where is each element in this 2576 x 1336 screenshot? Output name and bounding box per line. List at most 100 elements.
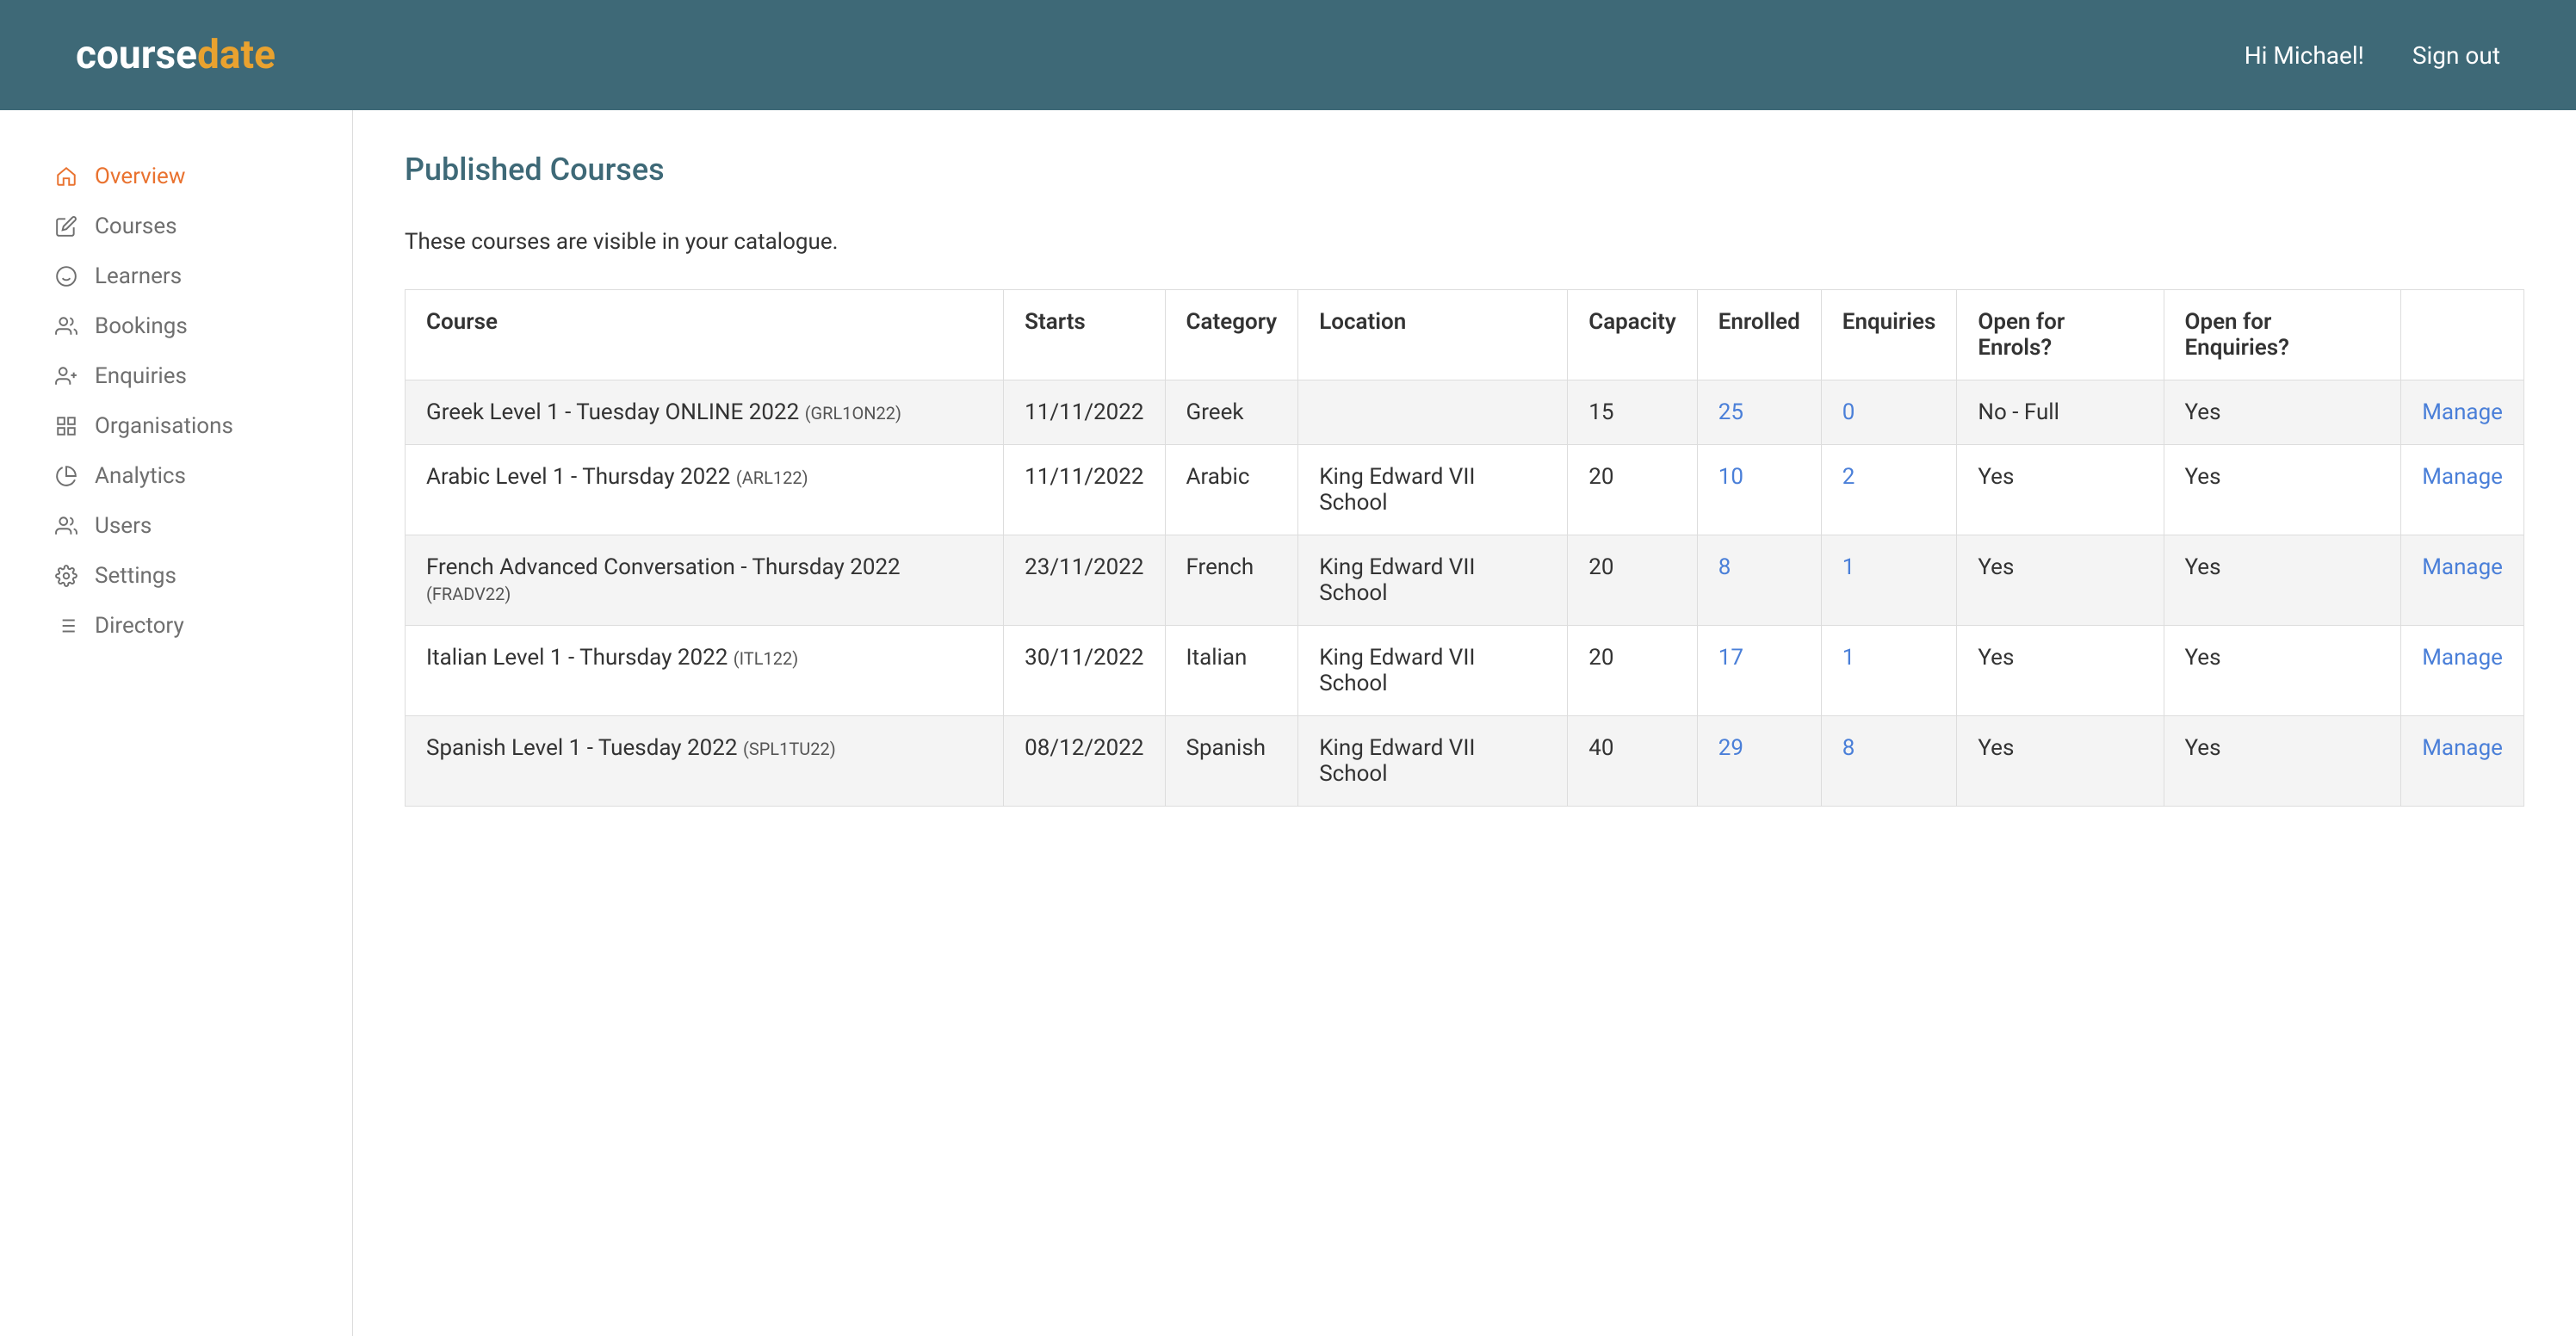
courses-table: Course Starts Category Location Capacity…	[405, 289, 2524, 807]
pie-icon	[55, 465, 77, 487]
cell-category: French	[1165, 535, 1298, 626]
cell-enrolled: 29	[1697, 716, 1821, 807]
people-icon	[55, 515, 77, 537]
signout-link[interactable]: Sign out	[2412, 41, 2500, 70]
cell-starts: 08/12/2022	[1004, 716, 1165, 807]
sidebar-item-courses[interactable]: Courses	[0, 201, 352, 251]
course-code: (SPL1TU22)	[743, 739, 836, 759]
greeting-text: Hi Michael!	[2245, 41, 2364, 70]
sidebar-item-organisations[interactable]: Organisations	[0, 401, 352, 451]
sidebar-item-directory[interactable]: Directory	[0, 601, 352, 651]
page-title: Published Courses	[405, 152, 2524, 188]
cell-course: Arabic Level 1 - Thursday 2022 (ARL122)	[406, 445, 1004, 535]
cell-category: Arabic	[1165, 445, 1298, 535]
page-description: These courses are visible in your catalo…	[405, 229, 2524, 255]
enrolled-link[interactable]: 25	[1718, 399, 1743, 425]
sidebar-item-label: Settings	[95, 563, 176, 589]
th-enquiries: Enquiries	[1821, 290, 1957, 380]
th-open-enrols: Open for Enrols?	[1957, 290, 2164, 380]
sidebar: Overview Courses Learners Bookings Enqui…	[0, 110, 353, 1336]
cell-action: Manage	[2401, 535, 2524, 626]
logo[interactable]: coursedate	[76, 32, 276, 78]
cell-capacity: 20	[1568, 626, 1698, 716]
user-plus-icon	[55, 365, 77, 387]
cell-action: Manage	[2401, 626, 2524, 716]
cell-location: King Edward VII School	[1298, 626, 1568, 716]
th-starts: Starts	[1004, 290, 1165, 380]
cell-starts: 11/11/2022	[1004, 445, 1165, 535]
edit-icon	[55, 215, 77, 238]
sidebar-item-bookings[interactable]: Bookings	[0, 301, 352, 351]
sidebar-item-enquiries[interactable]: Enquiries	[0, 351, 352, 401]
cell-capacity: 40	[1568, 716, 1698, 807]
sidebar-item-label: Enquiries	[95, 363, 187, 389]
course-code: (FRADV22)	[426, 584, 511, 604]
table-row: French Advanced Conversation - Thursday …	[406, 535, 2524, 626]
course-code: (ARL122)	[736, 467, 808, 488]
cell-starts: 11/11/2022	[1004, 380, 1165, 445]
sidebar-item-users[interactable]: Users	[0, 501, 352, 551]
table-row: Spanish Level 1 - Tuesday 2022 (SPL1TU22…	[406, 716, 2524, 807]
cell-category: Italian	[1165, 626, 1298, 716]
cell-open-enrols: Yes	[1957, 535, 2164, 626]
cell-open-enrols: Yes	[1957, 626, 2164, 716]
cell-starts: 23/11/2022	[1004, 535, 1165, 626]
enrolled-link[interactable]: 17	[1718, 645, 1743, 671]
header: coursedate Hi Michael! Sign out	[0, 0, 2576, 110]
cell-enrolled: 8	[1697, 535, 1821, 626]
th-action	[2401, 290, 2524, 380]
cell-action: Manage	[2401, 716, 2524, 807]
enquiries-link[interactable]: 1	[1842, 645, 1855, 671]
th-capacity: Capacity	[1568, 290, 1698, 380]
sidebar-item-learners[interactable]: Learners	[0, 251, 352, 301]
cell-enquiries: 2	[1821, 445, 1957, 535]
cell-enrolled: 25	[1697, 380, 1821, 445]
manage-link[interactable]: Manage	[2422, 735, 2503, 761]
sidebar-item-analytics[interactable]: Analytics	[0, 451, 352, 501]
table-row: Arabic Level 1 - Thursday 2022 (ARL122) …	[406, 445, 2524, 535]
header-right: Hi Michael! Sign out	[2245, 41, 2500, 70]
manage-link[interactable]: Manage	[2422, 554, 2503, 580]
manage-link[interactable]: Manage	[2422, 399, 2503, 425]
enquiries-link[interactable]: 8	[1842, 735, 1855, 761]
logo-text-course: course	[76, 32, 197, 78]
table-row: Italian Level 1 - Thursday 2022 (ITL122)…	[406, 626, 2524, 716]
enrolled-link[interactable]: 10	[1718, 464, 1743, 490]
cell-enquiries: 8	[1821, 716, 1957, 807]
cell-enquiries: 1	[1821, 626, 1957, 716]
cell-enquiries: 1	[1821, 535, 1957, 626]
enquiries-link[interactable]: 0	[1842, 399, 1855, 425]
enrolled-link[interactable]: 8	[1718, 554, 1731, 580]
manage-link[interactable]: Manage	[2422, 464, 2503, 490]
sidebar-item-label: Bookings	[95, 313, 188, 339]
enquiries-link[interactable]: 1	[1842, 554, 1855, 580]
th-course: Course	[406, 290, 1004, 380]
cell-location: King Edward VII School	[1298, 445, 1568, 535]
sidebar-item-label: Courses	[95, 213, 177, 239]
cell-open-enrols: No - Full	[1957, 380, 2164, 445]
sidebar-item-label: Directory	[95, 613, 184, 639]
th-open-enquiries: Open for Enquiries?	[2164, 290, 2401, 380]
cell-enrolled: 17	[1697, 626, 1821, 716]
sidebar-item-settings[interactable]: Settings	[0, 551, 352, 601]
cell-course: Italian Level 1 - Thursday 2022 (ITL122)	[406, 626, 1004, 716]
cell-capacity: 15	[1568, 380, 1698, 445]
manage-link[interactable]: Manage	[2422, 645, 2503, 671]
th-enrolled: Enrolled	[1697, 290, 1821, 380]
enquiries-link[interactable]: 2	[1842, 464, 1855, 490]
course-code: (GRL1ON22)	[805, 403, 901, 424]
cell-capacity: 20	[1568, 445, 1698, 535]
sidebar-item-label: Users	[95, 513, 152, 539]
list-icon	[55, 615, 77, 637]
grid-icon	[55, 415, 77, 437]
sidebar-item-label: Organisations	[95, 413, 233, 439]
cell-action: Manage	[2401, 445, 2524, 535]
enrolled-link[interactable]: 29	[1718, 735, 1743, 761]
cell-capacity: 20	[1568, 535, 1698, 626]
sidebar-item-label: Learners	[95, 263, 182, 289]
cell-action: Manage	[2401, 380, 2524, 445]
cell-location	[1298, 380, 1568, 445]
sidebar-item-overview[interactable]: Overview	[0, 152, 352, 201]
cell-open-enrols: Yes	[1957, 716, 2164, 807]
cell-enquiries: 0	[1821, 380, 1957, 445]
